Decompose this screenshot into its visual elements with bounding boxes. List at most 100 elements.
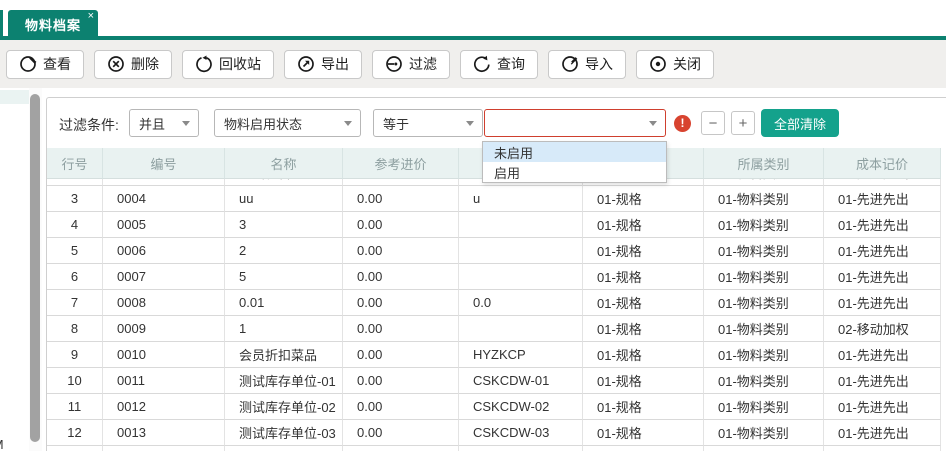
table-cell: 测试库存单位-03 (225, 420, 343, 446)
query-button[interactable]: 查询 (460, 50, 538, 79)
table-header-cell[interactable]: 成本记价 (824, 148, 941, 179)
import-button[interactable]: 导入 (548, 50, 626, 79)
table-cell: 0013 (103, 420, 225, 446)
table-row[interactable]: 4000530.0001-规格01-物料类别01-先进先出 (47, 212, 941, 238)
left-nav-item-fragment[interactable]: BOM (0, 437, 28, 451)
left-nav-item-fragment[interactable]: 类别 (0, 240, 28, 259)
table-cell: 8 (47, 316, 103, 342)
tab-material-archive[interactable]: 物料档案 × (8, 10, 98, 38)
view-button[interactable]: 查看 (6, 50, 84, 79)
table-header-cell[interactable]: 参考进价 (343, 148, 459, 179)
recycle-bin-button[interactable]: 回收站 (182, 50, 274, 79)
table-cell: 01-先进先出 (824, 264, 941, 290)
remove-condition-button[interactable]: − (701, 111, 725, 135)
table-cell: 0012 (103, 394, 225, 420)
filter-button[interactable]: 过滤 (372, 50, 450, 79)
import-button-label: 导入 (585, 54, 613, 74)
table-cell: 0009 (103, 316, 225, 342)
table-cell: 0007 (103, 264, 225, 290)
tab-close-icon[interactable]: × (88, 11, 94, 22)
table-cell: 01-先进先出 (824, 238, 941, 264)
table-cell: 01-先进先出 (824, 342, 941, 368)
query-button-label: 查询 (497, 54, 525, 74)
dropdown-option-not-enabled[interactable]: 未启用 (483, 142, 666, 162)
table-row[interactable]: 8000910.0001-规格01-物料类别02-移动加权 (47, 316, 941, 342)
table-cell: 01-先进先出 (824, 186, 941, 212)
table-cell: u (459, 186, 583, 212)
delete-button-label: 删除 (131, 54, 159, 74)
filter-field-value: 物料启用状态 (224, 114, 302, 133)
table-cell (459, 212, 583, 238)
table-cell: 0.00 (343, 179, 459, 186)
table-row[interactable]: 6000750.0001-规格01-物料类别01-先进先出 (47, 264, 941, 290)
table-cell: HYZKCP (459, 342, 583, 368)
table-row[interactable]: 100011测试库存单位-010.00CSKCDW-0101-规格01-物料类别… (47, 368, 941, 394)
close-button[interactable]: 关闭 (636, 50, 714, 79)
table-cell: 01-物料类别 (704, 186, 824, 212)
table-cell: 10 (47, 368, 103, 394)
clear-all-button[interactable]: 全部清除 (761, 109, 839, 137)
query-icon (473, 55, 491, 73)
table-cell (459, 238, 583, 264)
table-cell: 01-物料类别 (704, 264, 824, 290)
table-cell: 01-物料类别 (704, 316, 824, 342)
material-grid-panel: 过滤条件: 并且 物料启用状态 等于 ! − + 全部清除 行号编号名称参考进价… (46, 97, 946, 451)
table-row[interactable]: 700080.010.000.001-规格01-物料类别01-先进先出 (47, 290, 941, 316)
view-button-label: 查看 (43, 54, 71, 74)
table-cell: 01-规格 (583, 212, 704, 238)
table-cell: 01-物料类别 (704, 342, 824, 368)
table-cell: 0.00 (343, 342, 459, 368)
table-header-cell[interactable]: 名称 (225, 148, 343, 179)
table-cell: 5 (47, 238, 103, 264)
left-panel-header-fragment (0, 90, 29, 104)
table-cell: 0.00 (343, 316, 459, 342)
filter-value-select-error[interactable] (484, 109, 666, 137)
filter-button-label: 过滤 (409, 54, 437, 74)
table-body: 20003测试物料0.0001-规格01-物料类别01-先进先出30004uu0… (47, 179, 941, 451)
filter-field-select[interactable]: 物料启用状态 (214, 109, 361, 137)
table-cell: 01-规格 (583, 420, 704, 446)
table-cell: 01-规格 (583, 290, 704, 316)
table-cell: 01-先进先出 (824, 212, 941, 238)
table-row[interactable]: 110012测试库存单位-020.00CSKCDW-0201-规格01-物料类别… (47, 394, 941, 420)
table-cell: 0.00 (343, 420, 459, 446)
table-header-cell[interactable]: 行号 (47, 148, 103, 179)
dropdown-option-enabled[interactable]: 启用 (483, 162, 666, 182)
table-cell: 测试库存单位-04 (225, 446, 343, 451)
close-icon (649, 55, 667, 73)
table-cell: 0.01 (225, 290, 343, 316)
table-row[interactable]: 90010会员折扣菜品0.00HYZKCP01-规格01-物料类别01-先进先出 (47, 342, 941, 368)
filter-operator-select[interactable]: 等于 (373, 109, 483, 137)
validation-error-icon: ! (674, 115, 691, 132)
left-nav-item-fragment[interactable]: 类别 (0, 264, 28, 283)
table-cell: CSKCDW-01 (459, 368, 583, 394)
table-cell: 01-物料类别 (704, 368, 824, 394)
table-row[interactable]: 30004uu0.00u01-规格01-物料类别01-先进先出 (47, 186, 941, 212)
table-header-cell[interactable]: 所属类别 (704, 148, 824, 179)
table-cell: CSKCDW-03 (459, 420, 583, 446)
table-cell: 01-先进先出 (824, 394, 941, 420)
table-cell: 7 (47, 290, 103, 316)
view-icon (19, 55, 37, 73)
export-button-label: 导出 (321, 54, 349, 74)
left-scrollbar-track[interactable] (29, 88, 42, 451)
table-cell: 01-规格 (583, 342, 704, 368)
table-header-cell[interactable]: 编号 (103, 148, 225, 179)
table-cell: CSKCDW-02 (459, 394, 583, 420)
export-button[interactable]: 导出 (284, 50, 362, 79)
table-row[interactable]: 5000620.0001-规格01-物料类别01-先进先出 (47, 238, 941, 264)
table-cell: 测试库存单位-01 (225, 368, 343, 394)
chevron-down-icon (466, 121, 474, 126)
table-cell: 01-规格 (583, 316, 704, 342)
filter-logic-select[interactable]: 并且 (129, 109, 199, 137)
table-row[interactable]: 130014测试库存单位-040.00CSKCDW-0401-规格01-物料类别… (47, 446, 941, 451)
delete-button[interactable]: 删除 (94, 50, 172, 79)
table-cell (459, 316, 583, 342)
table-cell: 0.00 (343, 212, 459, 238)
left-scrollbar-thumb[interactable] (30, 94, 40, 442)
table-cell: 2 (225, 238, 343, 264)
table-cell: 0.0 (459, 290, 583, 316)
add-condition-button[interactable]: + (731, 111, 755, 135)
table-row[interactable]: 120013测试库存单位-030.00CSKCDW-0301-规格01-物料类别… (47, 420, 941, 446)
table-cell: 01-物料类别 (704, 212, 824, 238)
